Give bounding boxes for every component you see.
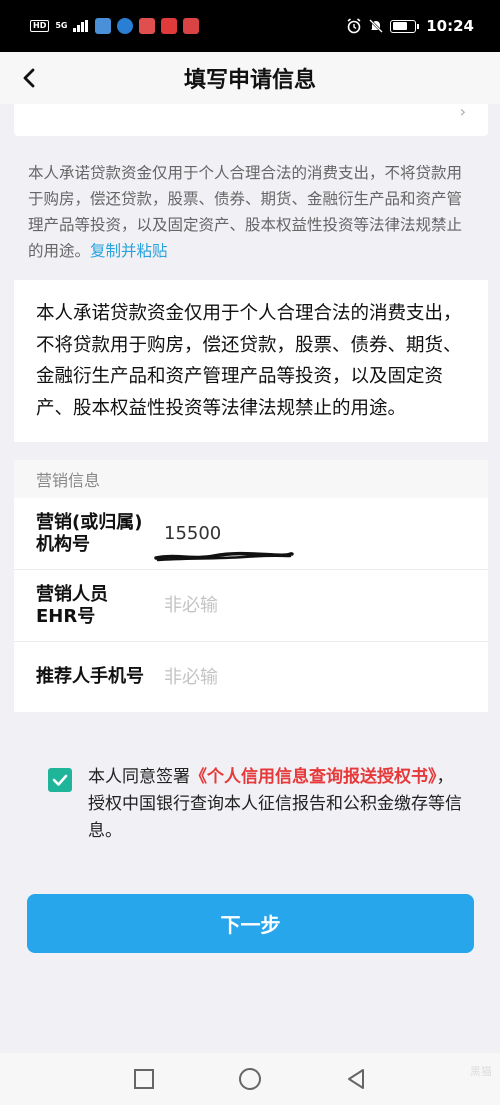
app-notification-icon-4 [161,18,178,34]
app-notification-icon-1 [95,18,112,34]
previous-form-card: › [14,102,488,136]
page-title: 填写申请信息 [183,68,316,93]
ehr-number-label: 营销人员 EHR号 [14,584,164,628]
redaction-scribble [154,551,294,562]
ehr-label-line1: 营销人员 [36,583,108,605]
agreement-prefix: 本人同意签署 [88,767,190,787]
referrer-phone-label: 推荐人手机号 [36,666,144,687]
marketing-section-header: 营销信息 [14,460,488,498]
agreement-checkbox[interactable] [48,768,72,792]
marketing-section-title: 营销信息 [36,471,101,490]
checkmark-icon [52,774,68,786]
back-triangle-icon[interactable] [344,1067,368,1091]
chevron-right-icon[interactable]: › [460,102,466,121]
org-label-line1: 营销(或归属) [36,511,143,533]
referrer-phone-input[interactable] [164,666,488,688]
commitment-instruction: 本人承诺贷款资金仅用于个人合理合法的消费支出，不将贷款用于购房，偿还贷款，股票、… [28,160,474,264]
ehr-number-input[interactable] [164,595,488,616]
next-step-button[interactable]: 下一步 [27,894,474,953]
authorization-letter-link[interactable]: 《个人信用信息查询报送授权书》 [190,767,437,787]
copy-paste-link[interactable]: 复制并粘贴 [90,242,168,260]
commitment-textarea[interactable]: 本人承诺贷款资金仅用于个人合理合法的消费支出，不将贷款用于购房，偿还贷款，股票、… [14,280,488,442]
signal-icon [73,20,89,32]
battery-icon [390,19,420,33]
status-left: HD 5G [30,18,200,34]
status-right: 10:24 [346,17,474,35]
network-indicator: 5G [55,21,68,30]
home-icon[interactable] [238,1067,262,1091]
app-header: 填写申请信息 [0,52,500,104]
alarm-icon [347,18,361,34]
agreement-text: 本人同意签署《个人信用信息查询报送授权书》，授权中国银行查询本人征信报告和公积金… [88,764,470,845]
ehr-number-row: 营销人员 EHR号 [14,570,488,642]
recent-apps-icon[interactable] [132,1067,156,1091]
app-notification-icon-3 [139,18,156,34]
commitment-text: 本人承诺贷款资金仅用于个人合理合法的消费支出，不将贷款用于购房，偿还贷款，股票、… [36,303,462,419]
referrer-phone-row: 推荐人手机号 [14,642,488,712]
app-notification-icon-2 [117,18,134,34]
ehr-label-line2: EHR号 [36,605,96,627]
watermark: 黑猫 [470,1065,492,1078]
org-number-label: 营销(或归属) 机构号 [14,512,164,556]
system-nav-bar: 黑猫 [0,1053,500,1105]
hd-badge: HD [30,20,50,32]
back-arrow-icon[interactable] [16,64,44,92]
org-number-input[interactable] [164,523,488,544]
clock: 10:24 [426,17,474,35]
org-label-line2: 机构号 [36,533,90,555]
mute-icon [369,19,384,33]
app-notification-icon-5 [183,18,200,34]
marketing-form: 营销(或归属) 机构号 营销人员 EHR号 推荐人手机号 [14,498,488,712]
org-number-row: 营销(或归属) 机构号 [14,498,488,570]
status-bar: HD 5G 10:24 [0,0,500,52]
